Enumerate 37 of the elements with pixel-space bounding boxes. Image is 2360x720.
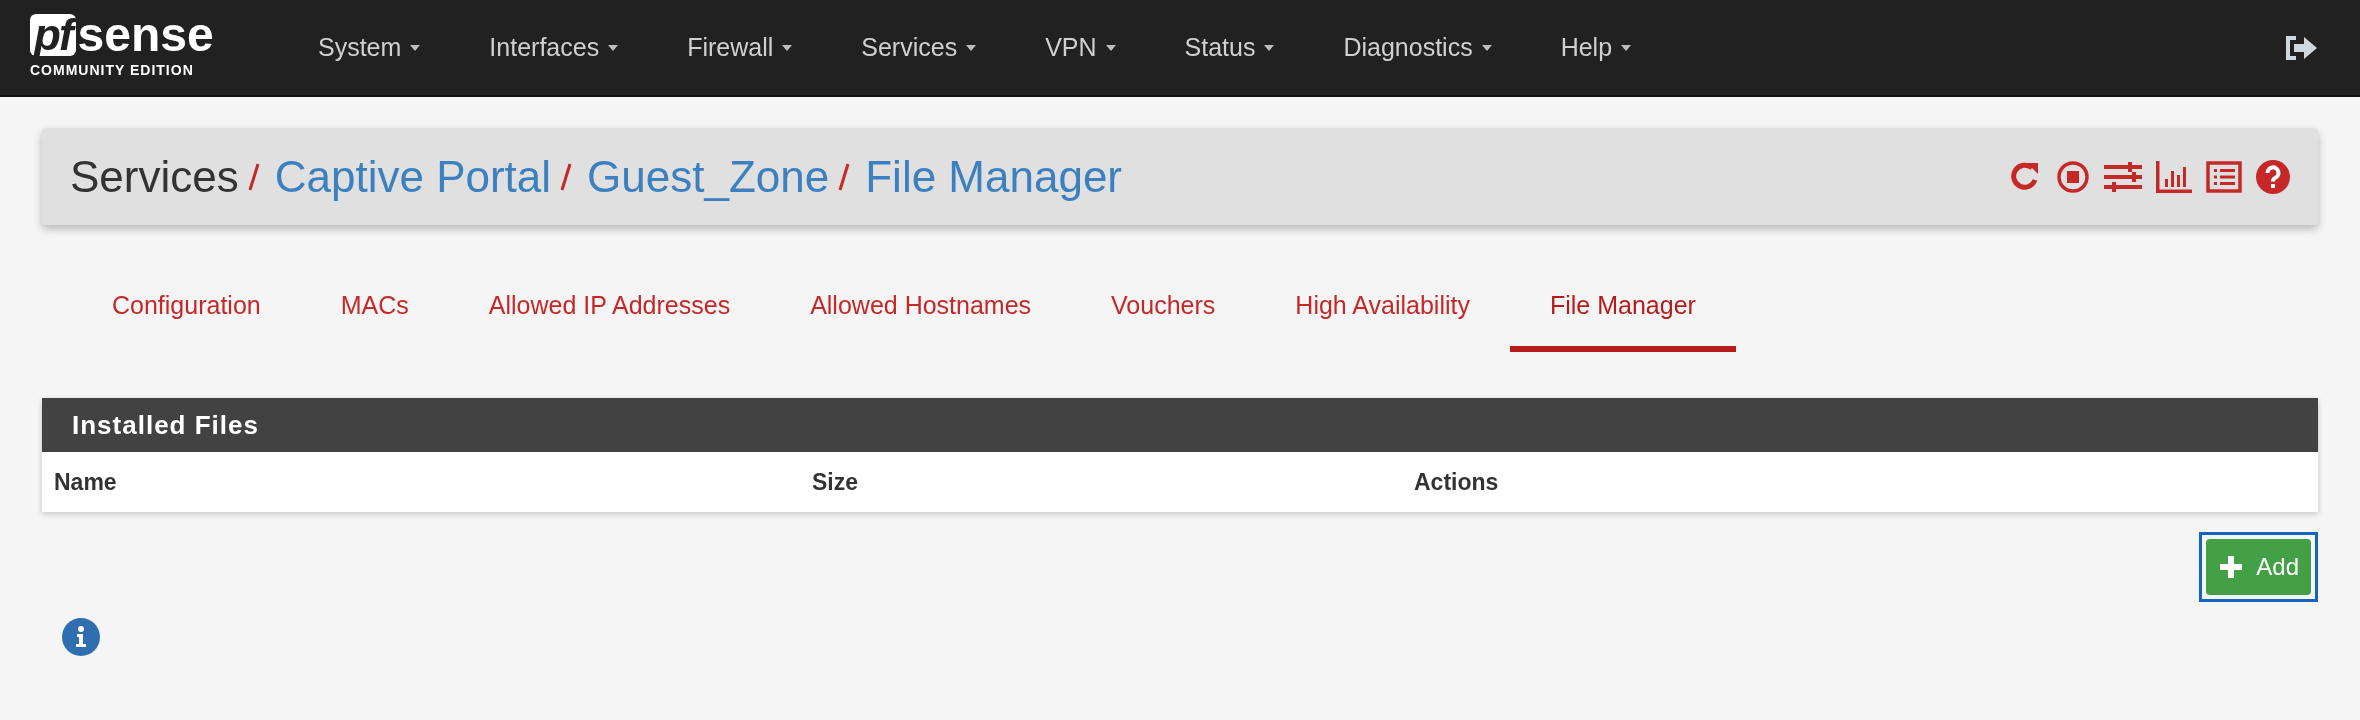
nav-menu[interactable]: Diagnostics [1309, 28, 1527, 67]
nav-menu[interactable]: Status [1150, 28, 1310, 67]
breadcrumb-text: Services [70, 150, 239, 203]
separator-icon [246, 161, 261, 192]
tab[interactable]: File Manager [1509, 286, 1736, 352]
separator-icon [559, 161, 574, 192]
breadcrumb-link[interactable]: File Manager [865, 143, 1122, 210]
tab[interactable]: Vouchers [1071, 286, 1256, 352]
column-header: Name [54, 468, 117, 495]
tab[interactable]: Allowed Hostnames [770, 286, 1072, 352]
list-icon[interactable] [2206, 160, 2242, 193]
separator-icon [837, 161, 852, 192]
nav-menu[interactable]: System [284, 28, 456, 67]
nav-menu[interactable]: Interfaces [455, 28, 654, 67]
tab[interactable]: Allowed IP Addresses [448, 286, 771, 352]
breadcrumb-link[interactable]: Captive Portal [274, 143, 552, 210]
info-icon[interactable] [62, 618, 100, 656]
sliders-icon[interactable] [2104, 161, 2142, 192]
panel-title: Installed Files [72, 408, 259, 442]
help-icon[interactable] [2256, 159, 2290, 194]
logo-edition: COMMUNITY EDITION [30, 61, 195, 80]
add-button[interactable]: Add [2206, 539, 2311, 595]
stop-icon[interactable] [2056, 159, 2090, 194]
column-header: Actions [1414, 468, 1499, 495]
nav-menu[interactable]: Services [827, 28, 1012, 67]
nav-menu[interactable]: Help [1526, 28, 1667, 67]
nav-menu[interactable]: Firewall [653, 28, 828, 67]
tab[interactable]: MACs [300, 286, 449, 352]
column-header: Size [812, 468, 859, 495]
logo-name[interactable]: sense [77, 14, 214, 56]
nav-menu[interactable]: VPN [1011, 28, 1151, 67]
tab[interactable]: Configuration [72, 286, 301, 352]
tab[interactable]: High Availability [1255, 286, 1510, 352]
breadcrumb-link[interactable]: Guest_Zone [587, 143, 830, 210]
logo-mark[interactable]: pf [30, 14, 76, 56]
plus-icon [2218, 554, 2245, 580]
bar-chart-icon[interactable] [2156, 160, 2192, 193]
